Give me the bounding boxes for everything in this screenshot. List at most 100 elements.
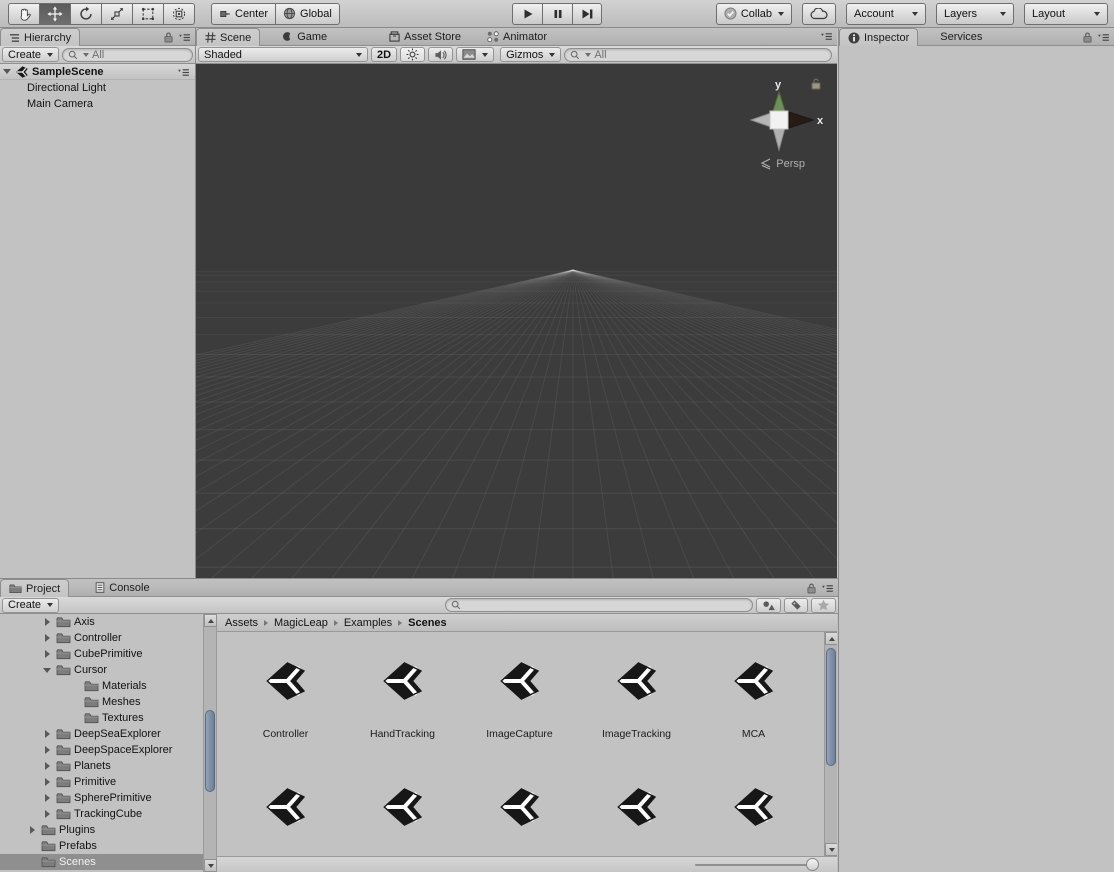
- foldout-arrow-icon[interactable]: [44, 762, 50, 770]
- tree-item-controller[interactable]: Controller: [0, 630, 203, 646]
- panel-menu-icon[interactable]: [821, 584, 834, 593]
- tab-console[interactable]: Console: [87, 579, 157, 596]
- hierarchy-item[interactable]: Directional Light: [0, 80, 195, 96]
- hierarchy-create-dropdown[interactable]: Create: [2, 47, 60, 62]
- foldout-arrow-icon[interactable]: [44, 746, 50, 754]
- tree-item-primitive[interactable]: Primitive: [0, 774, 203, 790]
- tab-asset-store[interactable]: Asset Store: [381, 28, 469, 45]
- project-create-dropdown[interactable]: Create: [2, 597, 60, 613]
- layers-dropdown[interactable]: Layers: [936, 2, 1014, 25]
- tree-item-cubeprimitive[interactable]: CubePrimitive: [0, 646, 203, 662]
- shading-mode-dropdown[interactable]: Shaded: [198, 47, 368, 62]
- search-by-label-button[interactable]: [784, 597, 808, 613]
- hand-tool-button[interactable]: [8, 2, 39, 25]
- tree-item-materials[interactable]: Materials: [0, 678, 203, 694]
- viewport-lock-icon[interactable]: [811, 78, 821, 93]
- breadcrumb-item[interactable]: Scenes: [408, 617, 447, 629]
- project-search-input[interactable]: [445, 598, 753, 612]
- breadcrumb-item[interactable]: Assets: [225, 617, 258, 629]
- scale-tool-button[interactable]: [101, 2, 132, 25]
- play-button[interactable]: [512, 2, 542, 25]
- tree-item-plugins[interactable]: Plugins: [0, 822, 203, 838]
- audio-toggle-button[interactable]: [428, 47, 454, 62]
- tree-item-cursor[interactable]: Cursor: [0, 662, 203, 678]
- tree-item-meshes[interactable]: Meshes: [0, 694, 203, 710]
- hierarchy-item[interactable]: Main Camera: [0, 96, 195, 112]
- foldout-arrow-icon[interactable]: [44, 618, 50, 626]
- tab-services[interactable]: Services: [932, 28, 990, 45]
- scene-viewport[interactable]: y x Persp: [196, 64, 837, 578]
- asset-item[interactable]: [695, 784, 812, 830]
- step-button[interactable]: [572, 2, 602, 25]
- asset-grid[interactable]: Controller HandTracking ImageCapture ImageT…: [217, 632, 837, 856]
- rect-tool-button[interactable]: [132, 2, 163, 25]
- scene-header-row[interactable]: SampleScene: [0, 64, 195, 80]
- panel-menu-icon[interactable]: [1097, 33, 1110, 42]
- space-toggle-button[interactable]: Global: [275, 2, 340, 25]
- lock-icon[interactable]: [807, 583, 816, 594]
- lock-icon[interactable]: [164, 32, 173, 43]
- foldout-arrow-icon[interactable]: [43, 667, 51, 673]
- tree-item-sphereprimitive[interactable]: SpherePrimitive: [0, 790, 203, 806]
- tab-hierarchy[interactable]: Hierarchy: [0, 28, 81, 46]
- foldout-arrow-icon[interactable]: [44, 810, 50, 818]
- tree-item-planets[interactable]: Planets: [0, 758, 203, 774]
- move-tool-button[interactable]: [39, 2, 70, 25]
- tab-game[interactable]: Game: [274, 28, 335, 45]
- scene-search-input[interactable]: All: [564, 47, 832, 62]
- asset-item[interactable]: [344, 784, 461, 830]
- scroll-up-icon[interactable]: [204, 614, 217, 627]
- scroll-up-icon[interactable]: [825, 632, 837, 645]
- layout-dropdown[interactable]: Layout: [1024, 2, 1108, 25]
- scroll-down-icon[interactable]: [204, 859, 217, 872]
- foldout-arrow-icon[interactable]: [44, 730, 50, 738]
- scroll-down-icon[interactable]: [825, 843, 837, 856]
- tree-item-deepspaceexplorer[interactable]: DeepSpaceExplorer: [0, 742, 203, 758]
- grid-scrollbar-thumb[interactable]: [826, 648, 836, 766]
- effects-dropdown[interactable]: [456, 47, 495, 62]
- asset-item[interactable]: [578, 784, 695, 830]
- asset-item-handtracking[interactable]: HandTracking: [344, 658, 461, 740]
- pause-button[interactable]: [542, 2, 572, 25]
- asset-item[interactable]: [227, 784, 344, 830]
- panel-menu-icon[interactable]: [178, 33, 191, 42]
- tree-item-axis[interactable]: Axis: [0, 614, 203, 630]
- cloud-button[interactable]: [802, 2, 836, 25]
- zoom-slider-knob[interactable]: [806, 858, 819, 871]
- thumbnail-zoom-slider[interactable]: [695, 858, 819, 871]
- tab-inspector[interactable]: Inspector: [839, 28, 919, 46]
- grid-scrollbar[interactable]: [824, 632, 837, 856]
- favorites-button[interactable]: [811, 597, 836, 613]
- collab-dropdown[interactable]: Collab: [715, 2, 792, 25]
- search-by-type-button[interactable]: [756, 597, 781, 613]
- gizmos-dropdown[interactable]: Gizmos: [500, 47, 562, 62]
- tree-item-prefabs[interactable]: Prefabs: [0, 838, 203, 854]
- hierarchy-search-input[interactable]: All: [62, 47, 193, 62]
- lock-icon[interactable]: [1083, 32, 1092, 43]
- tree-item-textures[interactable]: Textures: [0, 710, 203, 726]
- panel-menu-icon[interactable]: [820, 32, 833, 41]
- foldout-arrow-icon[interactable]: [3, 69, 11, 74]
- foldout-arrow-icon[interactable]: [44, 650, 50, 658]
- tree-scrollbar-thumb[interactable]: [205, 710, 215, 792]
- asset-item[interactable]: [461, 784, 578, 830]
- asset-item-controller[interactable]: Controller: [227, 658, 344, 740]
- pivot-toggle-button[interactable]: Center: [211, 2, 276, 25]
- asset-item-imagecapture[interactable]: ImageCapture: [461, 658, 578, 740]
- tab-project[interactable]: Project: [0, 579, 70, 597]
- 2d-toggle-button[interactable]: 2D: [371, 47, 398, 62]
- tree-item-scenes[interactable]: Scenes: [0, 854, 203, 870]
- rotate-tool-button[interactable]: [70, 2, 101, 25]
- foldout-arrow-icon[interactable]: [44, 634, 50, 642]
- foldout-arrow-icon[interactable]: [29, 826, 35, 834]
- breadcrumb-item[interactable]: Examples: [344, 617, 392, 629]
- tree-scrollbar[interactable]: [203, 614, 217, 872]
- tab-scene[interactable]: Scene: [196, 28, 261, 46]
- scene-context-menu-icon[interactable]: [177, 68, 190, 77]
- tab-animator[interactable]: Animator: [479, 28, 555, 45]
- asset-item-mca[interactable]: MCA: [695, 658, 812, 740]
- asset-item-imagetracking[interactable]: ImageTracking: [578, 658, 695, 740]
- account-dropdown[interactable]: Account: [846, 2, 926, 25]
- tree-item-trackingcube[interactable]: TrackingCube: [0, 806, 203, 822]
- projection-mode-button[interactable]: Persp: [760, 158, 805, 170]
